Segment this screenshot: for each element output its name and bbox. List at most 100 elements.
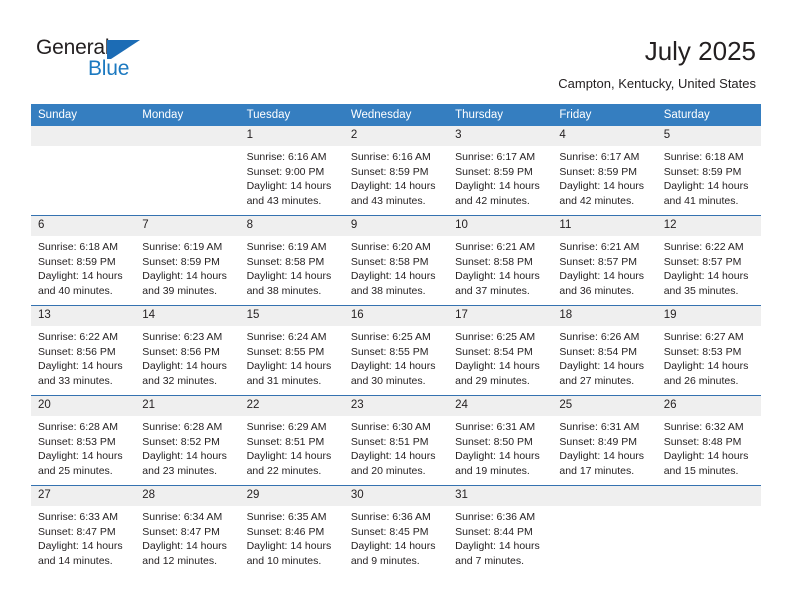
day-sun-info: Sunrise: 6:18 AM Sunset: 8:59 PM Daylight:…: [657, 146, 761, 208]
daylight-text: Daylight: 14 hours and 9 minutes.: [350, 540, 436, 567]
calendar-day-cell[interactable]: 9 Sunrise: 6:20 AM Sunset: 8:58 PM Daylight…: [343, 215, 449, 306]
sunrise-text: Sunrise: 6:23 AM: [142, 331, 223, 343]
sunrise-text: Sunrise: 6:31 AM: [455, 421, 536, 433]
day-number: 9: [343, 216, 449, 236]
calendar-day-cell[interactable]: 29 Sunrise: 6:35 AM Sunset: 8:46 PM Dayligh…: [239, 485, 344, 575]
daylight-text: Daylight: 14 hours and 10 minutes.: [246, 540, 332, 567]
day-number: 8: [239, 216, 344, 236]
sunrise-text: Sunrise: 6:28 AM: [38, 421, 118, 433]
sunset-text: Sunset: 8:45 PM: [350, 525, 429, 538]
daylight-text: Daylight: 14 hours and 43 minutes.: [350, 180, 436, 207]
sunset-text: Sunset: 8:53 PM: [663, 345, 742, 358]
calendar-day-cell[interactable]: 23 Sunrise: 6:30 AM Sunset: 8:51 PM Dayligh…: [343, 395, 449, 486]
calendar-day-cell[interactable]: 4 Sunrise: 6:17 AM Sunset: 8:59 PM Daylight…: [552, 126, 657, 216]
daylight-text: Daylight: 14 hours and 20 minutes.: [350, 450, 436, 477]
calendar-day-cell[interactable]: 24 Sunrise: 6:31 AM Sunset: 8:50 PM Dayligh…: [448, 395, 553, 486]
day-number: 10: [448, 216, 553, 236]
sunset-text: Sunset: 8:56 PM: [142, 345, 220, 358]
daylight-text: Daylight: 14 hours and 26 minutes.: [663, 360, 749, 387]
sunset-text: Sunset: 8:52 PM: [142, 435, 220, 448]
sunset-text: Sunset: 8:57 PM: [663, 255, 742, 268]
day-sun-info: Sunrise: 6:18 AM Sunset: 8:59 PM Daylight:…: [31, 236, 135, 298]
day-number: [656, 486, 761, 506]
day-number: 21: [135, 396, 240, 416]
day-number: 1: [239, 126, 344, 146]
sunrise-text: Sunrise: 6:35 AM: [246, 511, 327, 523]
calendar-week-row: 20 Sunrise: 6:28 AM Sunset: 8:53 PM Dayligh…: [31, 395, 761, 486]
calendar-day-cell[interactable]: 6 Sunrise: 6:18 AM Sunset: 8:59 PM Daylight…: [31, 215, 136, 306]
sunset-text: Sunset: 8:58 PM: [246, 255, 325, 268]
day-number: 13: [31, 306, 136, 326]
sunrise-text: Sunrise: 6:16 AM: [246, 151, 327, 163]
calendar-grid: Sunday Monday Tuesday Wednesday Thursday…: [31, 104, 761, 575]
calendar-day-cell[interactable]: 22 Sunrise: 6:29 AM Sunset: 8:51 PM Dayligh…: [239, 395, 344, 486]
day-number: 25: [552, 396, 657, 416]
day-number: 17: [448, 306, 553, 326]
daylight-text: Daylight: 14 hours and 22 minutes.: [246, 450, 332, 477]
sunrise-text: Sunrise: 6:21 AM: [559, 241, 640, 253]
day-sun-info: Sunrise: 6:32 AM Sunset: 8:48 PM Daylight:…: [657, 416, 761, 478]
page-title: July 2025: [644, 36, 756, 66]
calendar-day-cell[interactable]: 13 Sunrise: 6:22 AM Sunset: 8:56 PM Dayligh…: [31, 305, 136, 396]
daylight-text: Daylight: 14 hours and 42 minutes.: [559, 180, 645, 207]
day-number: 12: [656, 216, 761, 236]
day-number: 29: [239, 486, 344, 506]
calendar-day-cell[interactable]: 7 Sunrise: 6:19 AM Sunset: 8:59 PM Daylight…: [135, 215, 240, 306]
day-sun-info: Sunrise: 6:17 AM Sunset: 8:59 PM Daylight:…: [552, 146, 656, 208]
sunrise-text: Sunrise: 6:18 AM: [663, 151, 744, 163]
calendar-day-cell[interactable]: 17 Sunrise: 6:25 AM Sunset: 8:54 PM Dayligh…: [448, 305, 553, 396]
calendar-cell-empty: [552, 485, 657, 575]
day-sun-info: Sunrise: 6:36 AM Sunset: 8:44 PM Daylight:…: [448, 506, 552, 568]
daylight-text: Daylight: 14 hours and 30 minutes.: [350, 360, 436, 387]
day-number: 2: [343, 126, 449, 146]
calendar-day-cell[interactable]: 19 Sunrise: 6:27 AM Sunset: 8:53 PM Dayligh…: [656, 305, 761, 396]
sunset-text: Sunset: 8:44 PM: [455, 525, 533, 538]
calendar-day-cell[interactable]: 3 Sunrise: 6:17 AM Sunset: 8:59 PM Daylight…: [448, 126, 553, 216]
weekday-header-row: Sunday Monday Tuesday Wednesday Thursday…: [31, 104, 761, 126]
day-sun-info: Sunrise: 6:30 AM Sunset: 8:51 PM Daylight:…: [344, 416, 448, 478]
calendar-day-cell[interactable]: 31 Sunrise: 6:36 AM Sunset: 8:44 PM Dayligh…: [448, 485, 553, 575]
calendar-day-cell[interactable]: 16 Sunrise: 6:25 AM Sunset: 8:55 PM Dayligh…: [343, 305, 449, 396]
sunrise-text: Sunrise: 6:26 AM: [559, 331, 640, 343]
calendar-day-cell[interactable]: 2 Sunrise: 6:16 AM Sunset: 8:59 PM Daylight…: [343, 126, 449, 216]
day-sun-info: Sunrise: 6:24 AM Sunset: 8:55 PM Daylight:…: [240, 326, 344, 388]
calendar-day-cell[interactable]: 1 Sunrise: 6:16 AM Sunset: 9:00 PM Daylight…: [239, 126, 344, 216]
calendar-day-cell[interactable]: 20 Sunrise: 6:28 AM Sunset: 8:53 PM Dayligh…: [31, 395, 136, 486]
sunrise-text: Sunrise: 6:28 AM: [142, 421, 223, 433]
calendar-day-cell[interactable]: 26 Sunrise: 6:32 AM Sunset: 8:48 PM Dayligh…: [656, 395, 761, 486]
calendar-day-cell[interactable]: 30 Sunrise: 6:36 AM Sunset: 8:45 PM Dayligh…: [343, 485, 449, 575]
logo-text-blue: Blue: [88, 57, 130, 80]
daylight-text: Daylight: 14 hours and 35 minutes.: [663, 270, 749, 297]
calendar-cell-empty: [31, 126, 136, 216]
calendar-day-cell[interactable]: 8 Sunrise: 6:19 AM Sunset: 8:58 PM Daylight…: [239, 215, 344, 306]
sunrise-text: Sunrise: 6:27 AM: [663, 331, 744, 343]
general-blue-logo[interactable]: General Blue: [36, 36, 156, 84]
day-sun-info: Sunrise: 6:21 AM Sunset: 8:58 PM Daylight:…: [448, 236, 552, 298]
calendar-day-cell[interactable]: 15 Sunrise: 6:24 AM Sunset: 8:55 PM Dayligh…: [239, 305, 344, 396]
day-sun-info: Sunrise: 6:34 AM Sunset: 8:47 PM Daylight:…: [135, 506, 239, 568]
calendar-day-cell[interactable]: 12 Sunrise: 6:22 AM Sunset: 8:57 PM Dayligh…: [656, 215, 761, 306]
calendar-day-cell[interactable]: 18 Sunrise: 6:26 AM Sunset: 8:54 PM Dayligh…: [552, 305, 657, 396]
calendar-day-cell[interactable]: 10 Sunrise: 6:21 AM Sunset: 8:58 PM Dayligh…: [448, 215, 553, 306]
calendar-day-cell[interactable]: 14 Sunrise: 6:23 AM Sunset: 8:56 PM Dayligh…: [135, 305, 240, 396]
sunrise-text: Sunrise: 6:17 AM: [559, 151, 640, 163]
sunrise-text: Sunrise: 6:36 AM: [350, 511, 431, 523]
sunset-text: Sunset: 8:49 PM: [559, 435, 638, 448]
calendar-day-cell[interactable]: 28 Sunrise: 6:34 AM Sunset: 8:47 PM Dayligh…: [135, 485, 240, 575]
day-number: 27: [31, 486, 136, 506]
sunrise-text: Sunrise: 6:34 AM: [142, 511, 223, 523]
sunrise-text: Sunrise: 6:25 AM: [455, 331, 536, 343]
calendar-day-cell[interactable]: 11 Sunrise: 6:21 AM Sunset: 8:57 PM Dayligh…: [552, 215, 657, 306]
day-number: 14: [135, 306, 240, 326]
day-number: 31: [448, 486, 553, 506]
day-number: 28: [135, 486, 240, 506]
calendar-day-cell[interactable]: 27 Sunrise: 6:33 AM Sunset: 8:47 PM Dayligh…: [31, 485, 136, 575]
day-sun-info: Sunrise: 6:17 AM Sunset: 8:59 PM Daylight:…: [448, 146, 552, 208]
page-header: General Blue July 2025 Campton, Kentucky…: [0, 0, 792, 100]
calendar-day-cell[interactable]: 21 Sunrise: 6:28 AM Sunset: 8:52 PM Dayligh…: [135, 395, 240, 486]
weekday-header-monday: Monday: [135, 104, 240, 126]
calendar-day-cell[interactable]: 5 Sunrise: 6:18 AM Sunset: 8:59 PM Daylight…: [656, 126, 761, 216]
day-sun-info: Sunrise: 6:19 AM Sunset: 8:59 PM Daylight:…: [135, 236, 239, 298]
calendar-body: 1 Sunrise: 6:16 AM Sunset: 9:00 PM Daylight…: [31, 126, 761, 575]
calendar-day-cell[interactable]: 25 Sunrise: 6:31 AM Sunset: 8:49 PM Dayligh…: [552, 395, 657, 486]
